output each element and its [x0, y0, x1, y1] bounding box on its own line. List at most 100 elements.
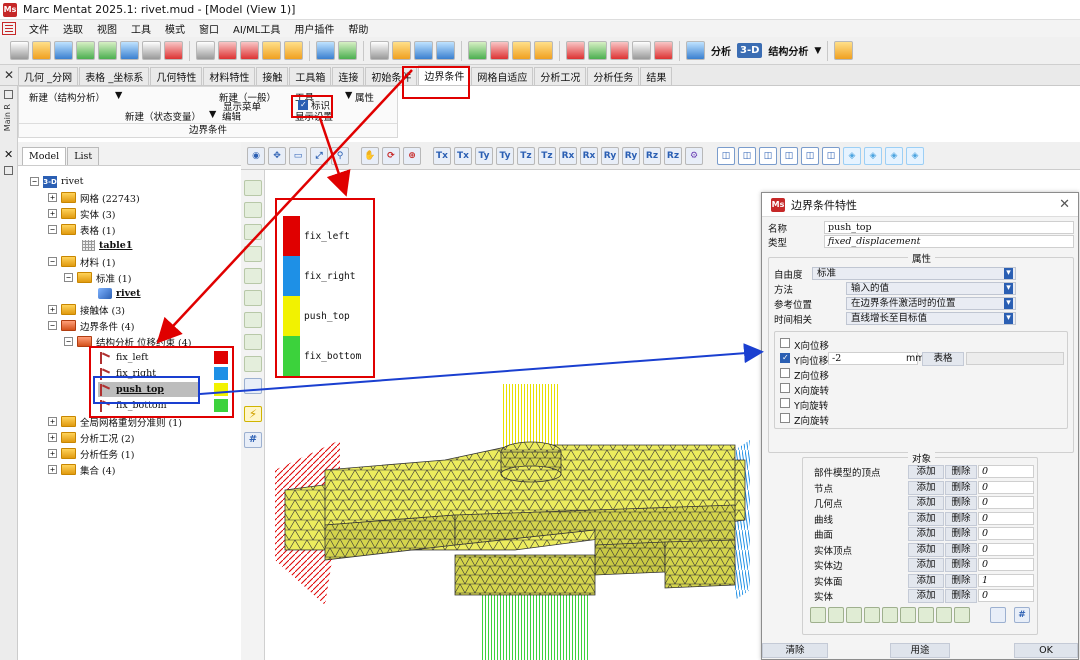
edit-button[interactable]: 编辑	[222, 109, 241, 123]
tree-item-material-rivet[interactable]: rivet	[98, 286, 141, 301]
import-icon[interactable]	[76, 41, 95, 60]
menu-help[interactable]: 帮助	[341, 21, 375, 36]
analysis-lock-icon[interactable]	[686, 41, 705, 60]
translate-y-neg-icon[interactable]: Ty	[475, 146, 493, 165]
collapse-icon[interactable]: −	[48, 225, 57, 234]
undo-icon[interactable]	[120, 41, 139, 60]
select-vertices-icon[interactable]	[954, 607, 970, 623]
menu-window[interactable]: 窗口	[192, 21, 226, 36]
table-icon[interactable]	[262, 41, 281, 60]
display-edges-icon[interactable]	[244, 224, 262, 240]
add-object-button[interactable]: 添加	[908, 465, 944, 479]
redo-icon[interactable]	[142, 41, 161, 60]
tree-item-solids[interactable]: + 实体 (3)	[48, 206, 115, 221]
x-displacement-checkbox[interactable]	[780, 338, 790, 348]
tab-loadcases[interactable]: 分析工况	[534, 67, 587, 85]
close-icon[interactable]: ✕	[1059, 197, 1070, 212]
view-iso1-cube-icon[interactable]: ◈	[843, 146, 861, 165]
clear-button[interactable]: 清除	[762, 643, 828, 658]
select-surfaces-icon[interactable]	[882, 607, 898, 623]
tree-item-loadcases[interactable]: + 分析工况 (2)	[48, 430, 134, 445]
globe-icon[interactable]	[534, 41, 553, 60]
tab-links[interactable]: 连接	[332, 67, 365, 85]
select-curves-icon[interactable]	[864, 607, 880, 623]
tree-item-tables[interactable]: − 表格 (1)	[48, 222, 115, 237]
view-cube-alt-icon[interactable]	[436, 41, 455, 60]
select-nodes-icon[interactable]	[828, 607, 844, 623]
add-object-button[interactable]: 添加	[908, 511, 944, 526]
calculator-icon[interactable]	[490, 41, 509, 60]
tab-model[interactable]: Model	[22, 147, 67, 165]
collapse-icon[interactable]: −	[30, 177, 39, 186]
expand-icon[interactable]: +	[48, 449, 57, 458]
reset-icon[interactable]	[164, 41, 183, 60]
add-object-button[interactable]: 添加	[908, 558, 944, 572]
zoom-dynamic-icon[interactable]: ⊕	[403, 146, 421, 165]
translate-x-pos-icon[interactable]: Tx	[454, 146, 472, 165]
dof-select[interactable]: 标准	[812, 267, 1016, 280]
remove-object-button[interactable]: 删除	[945, 558, 977, 572]
view-iso3-cube-icon[interactable]: ◈	[885, 146, 903, 165]
tree-item-sets[interactable]: + 集合 (4)	[48, 462, 115, 477]
new-structural-button[interactable]: 新建（结构分析）	[29, 90, 105, 104]
mesh-check-icon[interactable]	[566, 41, 585, 60]
menu-file[interactable]: 文件	[22, 21, 56, 36]
mesh-quality-icon[interactable]	[588, 41, 607, 60]
display-points-icon[interactable]	[244, 268, 262, 284]
mode-3d-button[interactable]: 3-D	[737, 43, 763, 58]
properties-button[interactable]: 属性	[355, 90, 374, 104]
tab-geometry-mesh[interactable]: 几何 _分网	[18, 67, 79, 85]
add-object-button[interactable]: 添加	[908, 542, 944, 557]
tab-toolbox[interactable]: 工具箱	[289, 67, 332, 85]
tree-item-contact-bodies[interactable]: + 接触体 (3)	[48, 302, 125, 317]
tree-item-table1[interactable]: table1	[82, 238, 132, 253]
display-outline-icon[interactable]	[244, 356, 262, 372]
select-labels-icon[interactable]	[990, 607, 1006, 623]
chevron-down-icon[interactable]: ▼	[115, 90, 122, 101]
translate-y-pos-icon[interactable]: Ty	[496, 146, 514, 165]
rotate-x-pos-icon[interactable]: Rx	[580, 146, 598, 165]
x-rotation-checkbox[interactable]	[780, 383, 790, 393]
pointer-icon[interactable]	[316, 41, 335, 60]
hash-icon[interactable]: #	[244, 432, 262, 448]
tab-tables-coords[interactable]: 表格 _坐标系	[79, 67, 150, 85]
tree-item-mesh[interactable]: + 网格 (22743)	[48, 190, 140, 205]
export-icon[interactable]	[98, 41, 117, 60]
add-object-button[interactable]: 添加	[908, 573, 944, 588]
zoom-icon[interactable]: ⤢	[310, 146, 328, 165]
y-displacement-value[interactable]: -2	[828, 352, 918, 365]
remove-object-button[interactable]: 删除	[945, 465, 977, 479]
y-displacement-table-button[interactable]: 表格	[922, 352, 964, 366]
display-solid-icon[interactable]	[244, 202, 262, 218]
apply-button[interactable]: 用途	[890, 643, 950, 658]
tree-item-standard[interactable]: − 标准 (1)	[64, 270, 131, 285]
hamburger-menu-icon[interactable]	[2, 22, 16, 35]
select-edges-icon[interactable]	[936, 607, 952, 623]
pan-hand-icon[interactable]: ✋	[361, 146, 379, 165]
remove-object-button[interactable]: 删除	[945, 542, 977, 557]
view-iso2-cube-icon[interactable]: ◈	[864, 146, 882, 165]
display-labels-icon[interactable]	[244, 378, 262, 394]
eye-icon[interactable]: ◉	[247, 146, 265, 165]
expand-icon[interactable]: +	[48, 433, 57, 442]
menu-plugins[interactable]: 用户插件	[287, 21, 341, 36]
add-object-button[interactable]: 添加	[908, 480, 944, 495]
y-rotation-checkbox[interactable]	[780, 398, 790, 408]
menu-aiml[interactable]: AI/ML工具	[226, 21, 287, 36]
grid-icon[interactable]	[196, 41, 215, 60]
tab-mesh-adaptivity[interactable]: 网格自适应	[471, 67, 534, 85]
translate-x-neg-icon[interactable]: Tx	[433, 146, 451, 165]
pin-icon[interactable]	[4, 90, 13, 99]
measure-icon[interactable]	[218, 41, 237, 60]
view-front-cube-icon[interactable]: ◫	[717, 146, 735, 165]
hash-icon[interactable]: #	[1014, 607, 1030, 623]
rotate-z-pos-icon[interactable]: Rz	[664, 146, 682, 165]
rotate-icon[interactable]: ⟳	[382, 146, 400, 165]
select-arrow-icon[interactable]	[338, 41, 357, 60]
new-file-icon[interactable]	[10, 41, 29, 60]
plot-icon[interactable]	[240, 41, 259, 60]
reference-select[interactable]: 在边界条件激活时的位置	[846, 297, 1016, 310]
view-iso4-cube-icon[interactable]: ◈	[906, 146, 924, 165]
select-points-icon[interactable]	[846, 607, 862, 623]
select-faces-icon[interactable]	[918, 607, 934, 623]
